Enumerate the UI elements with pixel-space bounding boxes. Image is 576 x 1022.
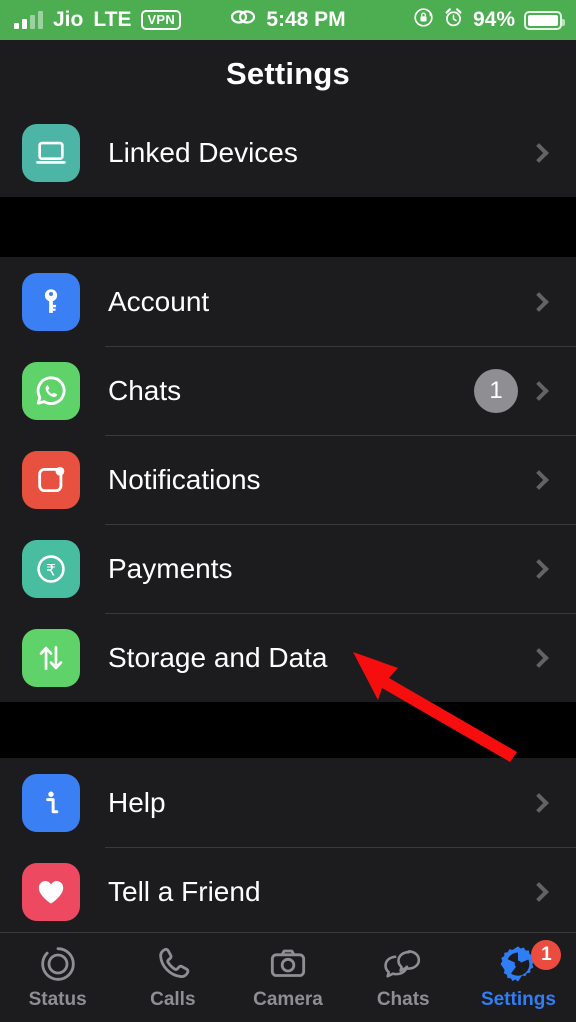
status-ring-icon (38, 944, 78, 984)
page-header: Settings (0, 40, 576, 108)
settings-row-label: Storage and Data (108, 641, 328, 673)
vpn-badge: VPN (141, 10, 182, 30)
tab-label: Settings (480, 989, 556, 1010)
settings-row-label: Payments (108, 552, 233, 584)
notification-badge-icon (22, 450, 80, 509)
arrows-up-down-icon (22, 628, 80, 687)
heart-icon (22, 862, 80, 921)
settings-row-account[interactable]: Account (0, 257, 576, 346)
chevron-right-icon (529, 647, 549, 668)
section-divider-gap-1 (0, 197, 576, 257)
settings-row-tell-a-friend[interactable]: Tell a Friend (0, 847, 576, 936)
carrier-label: Jio (53, 8, 84, 31)
info-icon (22, 773, 80, 832)
tab-label: Calls (150, 989, 196, 1010)
settings-row-label: Tell a Friend (108, 875, 261, 907)
tab-calls[interactable]: Calls (115, 944, 230, 1011)
linked-chain-icon (230, 7, 256, 33)
settings-section-1: Linked Devices (0, 108, 576, 197)
settings-row-help[interactable]: Help (0, 758, 576, 847)
phone-icon (153, 944, 193, 984)
settings-row-label: Notifications (108, 463, 261, 495)
status-bar: Jio LTE VPN 5:48 PM 94% (0, 0, 576, 40)
settings-row-label: Chats (108, 374, 182, 406)
rupee-circle-icon: ₹ (22, 539, 80, 598)
settings-row-chats[interactable]: Chats 1 (0, 346, 576, 435)
settings-section-3: Help Tell a Friend (0, 758, 576, 936)
chevron-right-icon (529, 881, 549, 902)
chevron-right-icon (529, 142, 549, 163)
settings-row-label: Linked Devices (108, 136, 298, 168)
tab-camera[interactable]: Camera (230, 944, 345, 1011)
alarm-clock-icon (443, 7, 464, 34)
tab-label: Chats (376, 989, 430, 1010)
settings-section-2: Account Chats 1 Notifications ₹ Payments… (0, 257, 576, 702)
settings-row-storage-and-data[interactable]: Storage and Data (0, 613, 576, 702)
clock-label: 5:48 PM (266, 8, 346, 31)
whatsapp-logo-icon (22, 361, 80, 420)
laptop-icon (22, 123, 80, 182)
settings-tab-badge: 1 (531, 940, 562, 970)
section-divider-gap-2 (0, 702, 576, 758)
network-type-label: LTE (93, 8, 132, 31)
tab-settings[interactable]: 1 Settings (461, 940, 576, 1011)
key-icon (22, 272, 80, 331)
bottom-tab-bar: Status Calls Camera Chats 1 Settings (0, 932, 576, 1022)
chevron-right-icon (529, 380, 549, 401)
tab-label: Camera (253, 989, 323, 1010)
settings-row-label: Account (108, 285, 210, 317)
status-bar-right: 94% (413, 7, 565, 34)
rotation-lock-icon (413, 7, 434, 34)
settings-row-linked-devices[interactable]: Linked Devices (0, 108, 576, 197)
settings-row-label: Help (108, 786, 166, 818)
page-title: Settings (226, 56, 350, 91)
status-bar-left: Jio LTE VPN (0, 8, 182, 32)
settings-row-notifications[interactable]: Notifications (0, 435, 576, 524)
chevron-right-icon (529, 291, 549, 312)
chat-bubbles-icon (382, 944, 424, 984)
settings-row-payments[interactable]: ₹ Payments (0, 524, 576, 613)
chats-unread-badge: 1 (474, 368, 518, 413)
chevron-right-icon (529, 558, 549, 579)
chevron-right-icon (529, 469, 549, 490)
signal-bars-icon (14, 10, 43, 29)
camera-icon (268, 944, 308, 984)
tab-chats[interactable]: Chats (346, 944, 461, 1011)
gear-icon: 1 (497, 940, 562, 984)
chevron-right-icon (529, 792, 549, 813)
svg-text:₹: ₹ (46, 560, 56, 579)
tab-label: Status (28, 989, 87, 1010)
battery-icon (524, 10, 565, 30)
tab-status[interactable]: Status (0, 944, 115, 1011)
battery-percent-label: 94% (472, 8, 515, 31)
whatsapp-settings-screen: Jio LTE VPN 5:48 PM 94% Settings Linked … (0, 0, 576, 1022)
